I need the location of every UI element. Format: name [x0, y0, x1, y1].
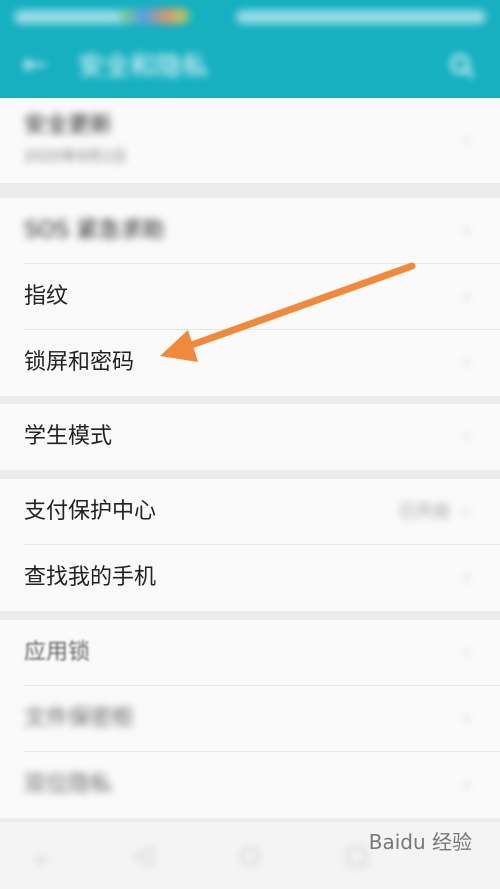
status-bar: [0, 0, 500, 34]
list-group-privacy: 应用锁 › 文件保密柜 › 双位隐私 ›: [0, 620, 500, 818]
list-item-label: 应用锁: [24, 640, 91, 665]
list-item-value: 已开启: [399, 502, 450, 522]
recents-icon[interactable]: □: [342, 840, 372, 870]
list-item-security-update[interactable]: 安全更新 2020年9月1日 ›: [0, 98, 500, 183]
list-item-label: 学生模式: [24, 424, 113, 449]
chevron-right-icon: ›: [463, 352, 471, 373]
list-item-label: SOS 紧急求助: [24, 218, 165, 243]
list-item-app-lock[interactable]: 应用锁 ›: [0, 620, 500, 686]
list-group-payment: 支付保护中心 已开启 › 查找我的手机 ›: [0, 479, 500, 611]
list-group-student: 学生模式 ›: [0, 404, 500, 470]
search-icon[interactable]: [448, 52, 476, 80]
list-item-fingerprint[interactable]: 指纹 ›: [0, 264, 500, 330]
list-group-security: SOS 紧急求助 › 指纹 › 锁屏和密码 ›: [0, 198, 500, 396]
chevron-right-icon: ›: [463, 220, 471, 241]
chevron-right-icon: ›: [463, 708, 471, 729]
collapse-icon[interactable]: ⌄: [26, 840, 56, 870]
list-item-sublabel: 2020年9月1日: [24, 147, 127, 165]
chevron-right-icon: ›: [463, 130, 471, 151]
list-item-find-my-phone[interactable]: 查找我的手机 ›: [0, 545, 500, 611]
list-item-sos[interactable]: SOS 紧急求助 ›: [0, 198, 500, 264]
list-item-label: 查找我的手机: [24, 565, 157, 590]
status-right-info: [236, 10, 486, 24]
chevron-right-icon: ›: [463, 567, 471, 588]
list-group-updates: 安全更新 2020年9月1日 ›: [0, 98, 500, 183]
list-item-file-safe[interactable]: 文件保密柜 ›: [0, 686, 500, 752]
page-title: 安全和隐私: [78, 52, 209, 82]
chevron-right-icon: ›: [463, 286, 471, 307]
notification-icons: [120, 8, 190, 24]
list-item-private-space[interactable]: 双位隐私 ›: [0, 752, 500, 818]
list-item-label: 指纹: [24, 284, 69, 309]
list-item-label: 双位隐私: [24, 772, 113, 797]
back-triangle-icon[interactable]: ◁: [128, 840, 158, 870]
list-item-label: 支付保护中心: [24, 499, 157, 524]
chevron-right-icon: ›: [463, 501, 471, 522]
chevron-right-icon: ›: [463, 426, 471, 447]
list-item-label: 锁屏和密码: [24, 350, 135, 375]
list-item-student-mode[interactable]: 学生模式 ›: [0, 404, 500, 470]
back-arrow-icon[interactable]: ←: [22, 50, 52, 80]
list-item-lock-screen-password[interactable]: 锁屏和密码 ›: [0, 330, 500, 396]
watermark-logo: Baidu 经验: [368, 830, 472, 854]
list-item-payment-protection[interactable]: 支付保护中心 已开启 ›: [0, 479, 500, 545]
list-item-label: 文件保密柜: [24, 706, 135, 731]
chevron-right-icon: ›: [463, 774, 471, 795]
app-bar: ← 安全和隐私: [0, 0, 500, 98]
home-icon[interactable]: ○: [235, 840, 265, 870]
chevron-right-icon: ›: [463, 642, 471, 663]
